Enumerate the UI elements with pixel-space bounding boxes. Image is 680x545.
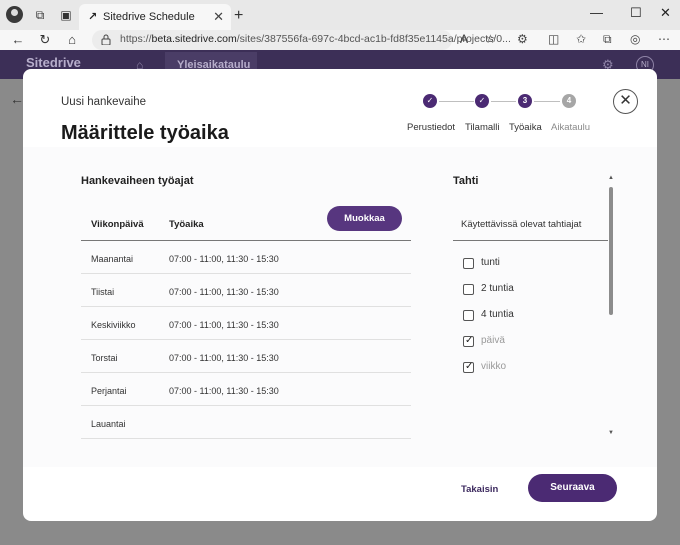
checkbox-label: viikko — [481, 361, 507, 372]
workspaces-icon[interactable]: ⧉ — [33, 8, 47, 22]
step-label-perustiedot: Perustiedot — [407, 122, 456, 133]
col-header-time: Työaika — [169, 219, 204, 230]
row-divider — [81, 405, 411, 406]
lock-icon — [101, 34, 111, 45]
checkbox-label: 2 tuntia — [481, 283, 514, 294]
checkbox-label: päivä — [481, 335, 505, 346]
checkbox-4-tuntia[interactable] — [463, 310, 474, 321]
table-row-time: 07:00 - 11:00, 11:30 - 15:30 — [169, 386, 279, 396]
step-connector — [534, 101, 560, 102]
more-icon[interactable]: ⋯ — [658, 32, 670, 46]
copilot-icon[interactable]: ◎ — [630, 32, 640, 46]
home-icon[interactable]: ⌂ — [62, 30, 82, 50]
scroll-down-icon[interactable]: ▼ — [608, 430, 614, 436]
step-3-number: 3 — [518, 94, 532, 108]
browser-tab[interactable]: ↗ Sitedrive Schedule ✕ — [79, 4, 231, 30]
step-label-tyoaika: Työaika — [509, 122, 542, 133]
worktime-section-title: Hankevaiheen työajat — [81, 175, 194, 187]
tahti-divider — [453, 240, 608, 241]
tahti-section-title: Tahti — [453, 175, 479, 187]
back-icon[interactable]: ← — [8, 30, 28, 50]
extensions-icon[interactable]: ⚙ — [517, 32, 528, 46]
modal-title: Määrittele työaika — [61, 122, 229, 144]
app-logo[interactable]: Sitedrive — [26, 55, 81, 70]
checkbox-viikko[interactable]: ✓ — [463, 361, 474, 373]
table-row-day: Perjantai — [91, 386, 127, 396]
new-tab-icon[interactable]: + — [234, 7, 243, 25]
row-divider — [81, 438, 411, 439]
step-2-check-icon: ✓ — [475, 94, 489, 108]
step-label-tilamalli: Tilamalli — [465, 122, 500, 133]
row-divider — [81, 306, 411, 307]
table-row-day: Torstai — [91, 353, 118, 363]
minimize-icon[interactable]: — — [590, 5, 603, 20]
tab-close-icon[interactable]: ✕ — [213, 9, 224, 25]
tab-actions-icon[interactable]: ▣ — [59, 8, 73, 22]
step-connector — [439, 101, 474, 102]
checkbox-tunti[interactable] — [463, 258, 474, 269]
checkbox-2-tuntia[interactable] — [463, 284, 474, 295]
checkbox-paiva[interactable]: ✓ — [463, 335, 474, 347]
table-row-day: Tiistai — [91, 287, 115, 297]
table-header-divider — [81, 240, 411, 241]
table-row-time: 07:00 - 11:00, 11:30 - 15:30 — [169, 287, 279, 297]
row-divider — [81, 339, 411, 340]
col-header-day: Viikonpäivä — [91, 219, 144, 230]
step-1-check-icon: ✓ — [423, 94, 437, 108]
page-back-icon: ← — [10, 91, 24, 107]
browser-tabbar: ⧉ ▣ ↗ Sitedrive Schedule ✕ + — ☐ ✕ — [0, 0, 680, 30]
scroll-up-icon[interactable]: ▲ — [608, 175, 614, 181]
refresh-icon[interactable]: ↻ — [35, 30, 55, 50]
checkbox-label: 4 tuntia — [481, 309, 514, 320]
favorites-icon[interactable]: ✩ — [576, 32, 586, 46]
row-divider — [81, 273, 411, 274]
edit-worktime-button[interactable]: Muokkaa — [327, 206, 402, 231]
checkmark-icon: ✓ — [465, 335, 474, 346]
table-row-day: Keskiviikko — [91, 320, 136, 330]
maximize-icon[interactable]: ☐ — [630, 5, 642, 21]
checkmark-icon: ✓ — [465, 361, 474, 372]
read-aloud-icon[interactable]: A — [460, 32, 468, 46]
favorite-star-icon[interactable]: ☆ — [485, 32, 496, 46]
modal-subtitle: Uusi hankevaihe — [61, 96, 147, 108]
close-icon: ✕ — [619, 92, 632, 109]
close-modal-button[interactable]: ✕ — [613, 89, 638, 114]
checkbox-label: tunti — [481, 257, 500, 268]
window-close-icon[interactable]: ✕ — [660, 5, 671, 21]
profile-avatar[interactable] — [6, 6, 23, 23]
back-button[interactable]: Takaisin — [461, 484, 498, 495]
scrollbar-thumb[interactable] — [609, 187, 613, 315]
tab-title: Sitedrive Schedule — [103, 11, 195, 23]
split-screen-icon[interactable]: ◫ — [548, 32, 559, 46]
sitedrive-favicon-icon: ↗ — [88, 11, 98, 23]
step-label-aikataulu: Aikataulu — [551, 122, 591, 133]
table-row-time: 07:00 - 11:00, 11:30 - 15:30 — [169, 254, 279, 264]
table-row-time: 07:00 - 11:00, 11:30 - 15:30 — [169, 353, 279, 363]
collections-icon[interactable]: ⧉ — [603, 32, 612, 47]
address-bar-row: ← ↻ ⌂ https://beta.sitedrive.com/sites/3… — [0, 30, 680, 50]
modal-content: Hankevaiheen työajat Muokkaa Viikonpäivä… — [23, 147, 657, 467]
step-4-number: 4 — [562, 94, 576, 108]
url-field[interactable]: https://beta.sitedrive.com/sites/387556f… — [92, 30, 511, 50]
table-row-time: 07:00 - 11:00, 11:30 - 15:30 — [169, 320, 279, 330]
table-row-day: Maanantai — [91, 254, 134, 264]
tahti-subtitle: Käytettävissä olevat tahtiajat — [461, 219, 582, 230]
row-divider — [81, 372, 411, 373]
next-button[interactable]: Seuraava — [528, 474, 617, 502]
table-row-day: Lauantai — [91, 419, 126, 429]
url-text: https://beta.sitedrive.com/sites/387556f… — [120, 33, 511, 45]
new-phase-modal: Uusi hankevaihe Määrittele työaika ✓ ✓ 3… — [23, 69, 657, 521]
step-connector — [491, 101, 516, 102]
